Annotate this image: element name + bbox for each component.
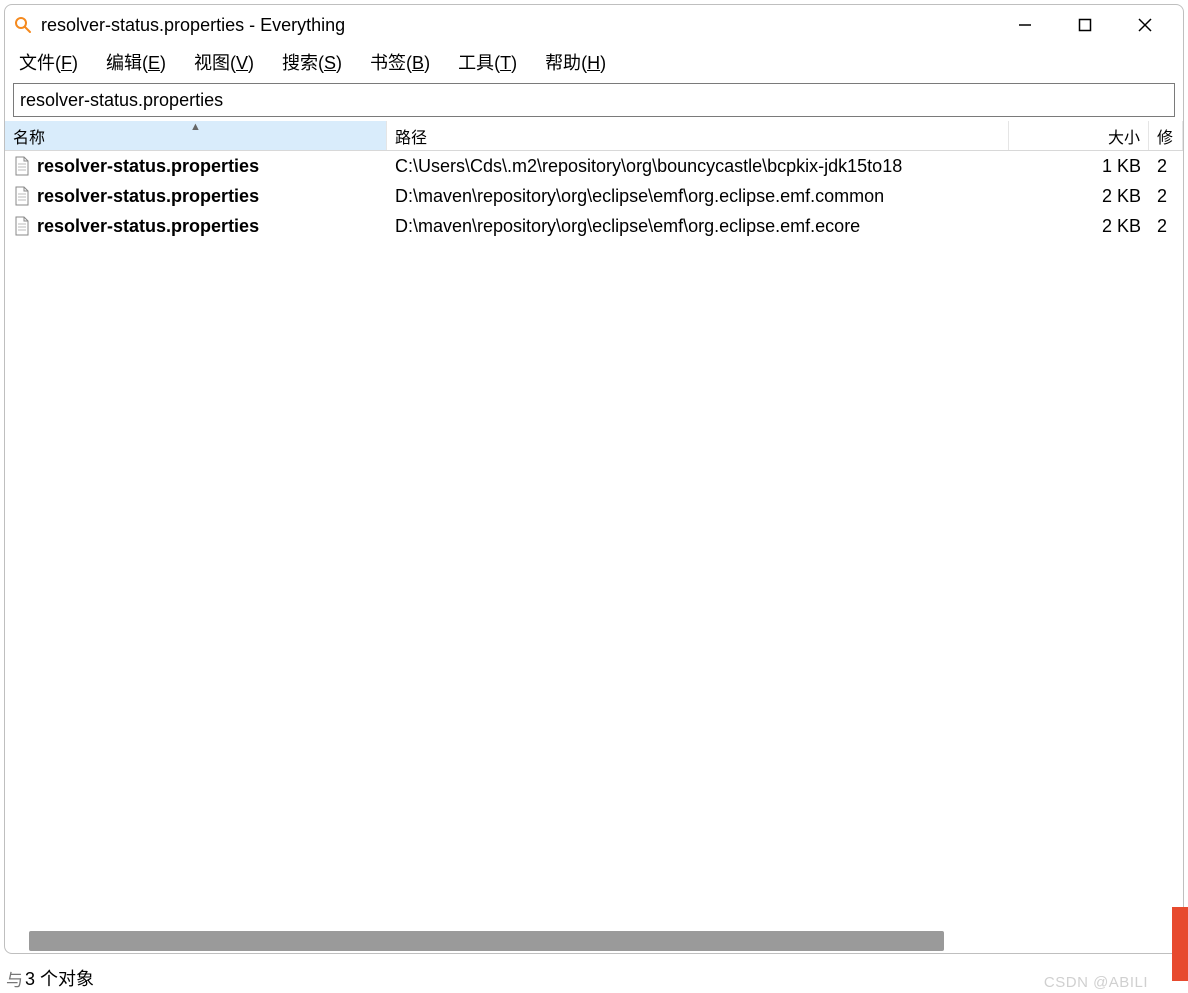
cell-name: resolver-status.properties	[5, 155, 387, 177]
app-window: resolver-status.properties - Everything …	[4, 4, 1184, 954]
cell-path: D:\maven\repository\org\eclipse\emf\org.…	[387, 186, 1009, 207]
corner-decoration	[1172, 907, 1188, 981]
close-button[interactable]	[1115, 5, 1175, 45]
menu-bookmark[interactable]: 书签(B)	[364, 47, 436, 77]
search-input[interactable]	[13, 83, 1175, 117]
file-name: resolver-status.properties	[37, 156, 259, 177]
minimize-button[interactable]	[995, 5, 1055, 45]
cell-extra: 2	[1149, 186, 1183, 207]
column-header-size[interactable]: 大小	[1009, 121, 1149, 150]
column-headers: 名称 ▲ 路径 大小 修	[5, 121, 1183, 151]
cell-name: resolver-status.properties	[5, 215, 387, 237]
watermark: CSDN @ABILI	[1044, 974, 1148, 991]
column-header-extra[interactable]: 修	[1149, 121, 1183, 150]
scrollbar-thumb[interactable]	[29, 931, 944, 951]
results-list[interactable]: resolver-status.properties C:\Users\Cds\…	[5, 151, 1183, 927]
horizontal-scrollbar[interactable]	[29, 931, 1173, 951]
menu-search[interactable]: 搜索(S)	[276, 47, 348, 77]
cell-size: 2 KB	[1009, 216, 1149, 237]
column-header-path[interactable]: 路径	[387, 121, 1009, 150]
cell-path: C:\Users\Cds\.m2\repository\org\bouncyca…	[387, 156, 1009, 177]
cell-size: 1 KB	[1009, 156, 1149, 177]
status-text: 3 个对象	[25, 965, 94, 991]
menubar: 文件(F) 编辑(E) 视图(V) 搜索(S) 书签(B) 工具(T) 帮助(H…	[5, 45, 1183, 79]
app-search-icon	[13, 15, 33, 35]
column-header-name[interactable]: 名称 ▲	[5, 121, 387, 150]
file-icon	[13, 185, 31, 207]
cell-path: D:\maven\repository\org\eclipse\emf\org.…	[387, 216, 1009, 237]
statusbar: 与 3 个对象	[0, 963, 1188, 993]
menu-tools[interactable]: 工具(T)	[452, 47, 523, 77]
file-icon	[13, 215, 31, 237]
cell-size: 2 KB	[1009, 186, 1149, 207]
window-controls	[995, 5, 1175, 45]
status-prefix: 与	[6, 966, 23, 991]
list-item[interactable]: resolver-status.properties C:\Users\Cds\…	[5, 151, 1183, 181]
file-name: resolver-status.properties	[37, 216, 259, 237]
list-item[interactable]: resolver-status.properties D:\maven\repo…	[5, 211, 1183, 241]
file-icon	[13, 155, 31, 177]
menu-view[interactable]: 视图(V)	[188, 47, 260, 77]
file-name: resolver-status.properties	[37, 186, 259, 207]
sort-asc-icon: ▲	[190, 121, 201, 133]
list-item[interactable]: resolver-status.properties D:\maven\repo…	[5, 181, 1183, 211]
cell-name: resolver-status.properties	[5, 185, 387, 207]
cell-extra: 2	[1149, 216, 1183, 237]
window-title: resolver-status.properties - Everything	[41, 15, 995, 36]
cell-extra: 2	[1149, 156, 1183, 177]
menu-help[interactable]: 帮助(H)	[539, 47, 612, 77]
menu-file[interactable]: 文件(F)	[13, 47, 84, 77]
maximize-button[interactable]	[1055, 5, 1115, 45]
search-row	[5, 79, 1183, 121]
menu-edit[interactable]: 编辑(E)	[100, 47, 172, 77]
titlebar: resolver-status.properties - Everything	[5, 5, 1183, 45]
